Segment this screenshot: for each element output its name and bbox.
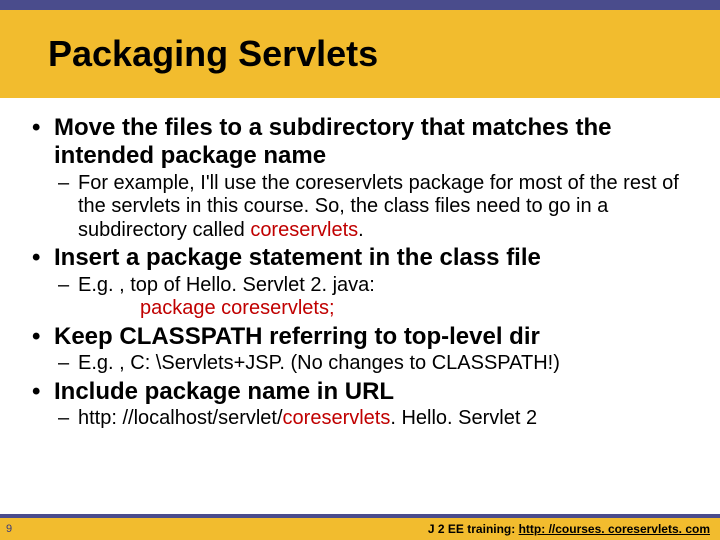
bullet-3-sub: E.g. , C: \Servlets+JSP. (No changes to … — [54, 352, 698, 376]
footer-label: J 2 EE training: — [428, 522, 519, 536]
bullet-2-sub-pre: E.g. , top of Hello. Servlet 2. java: — [78, 274, 375, 296]
bullet-3: Keep CLASSPATH referring to top-level di… — [54, 323, 698, 376]
bullet-3-sub-text: E.g. , C: \Servlets+JSP. (No changes to … — [78, 352, 560, 374]
bullet-4-sub: http: //localhost/servlet/coreservlets. … — [54, 407, 698, 431]
bullet-1: Move the files to a subdirectory that ma… — [54, 114, 698, 242]
bullet-1-sub-post: . — [358, 219, 364, 241]
slide-body: Move the files to a subdirectory that ma… — [0, 106, 720, 433]
slide-title: Packaging Servlets — [48, 33, 378, 75]
bullet-2-sub: E.g. , top of Hello. Servlet 2. java: pa… — [54, 274, 698, 321]
title-band: Packaging Servlets — [0, 10, 720, 98]
bullet-1-sub: For example, I'll use the coreservlets p… — [54, 172, 698, 243]
bullet-1-sub-pre: For example, I'll use the coreservlets p… — [78, 172, 679, 241]
bullet-4-sub-pre: http: //localhost/servlet/ — [78, 407, 283, 429]
bullet-2-text: Insert a package statement in the class … — [54, 244, 541, 271]
bullet-3-text: Keep CLASSPATH referring to top-level di… — [54, 323, 540, 350]
slide: Packaging Servlets Move the files to a s… — [0, 0, 720, 540]
bullet-4-sub-red: coreservlets — [283, 407, 391, 429]
footer-link[interactable]: http: //courses. coreservlets. com — [519, 522, 710, 536]
bullet-1-sub-red: coreservlets — [250, 219, 358, 241]
footer: J 2 EE training: http: //courses. corese… — [428, 522, 710, 536]
top-accent-bar — [0, 0, 720, 10]
bullet-4: Include package name in URL http: //loca… — [54, 378, 698, 431]
bullet-2-code: package coreservlets; — [78, 297, 698, 321]
bullet-2: Insert a package statement in the class … — [54, 244, 698, 321]
bullet-4-sub-post: . Hello. Servlet 2 — [390, 407, 537, 429]
bullet-list: Move the files to a subdirectory that ma… — [54, 114, 698, 431]
bullet-4-text: Include package name in URL — [54, 378, 394, 405]
page-number: 9 — [6, 523, 12, 535]
bullet-1-text: Move the files to a subdirectory that ma… — [54, 114, 611, 169]
